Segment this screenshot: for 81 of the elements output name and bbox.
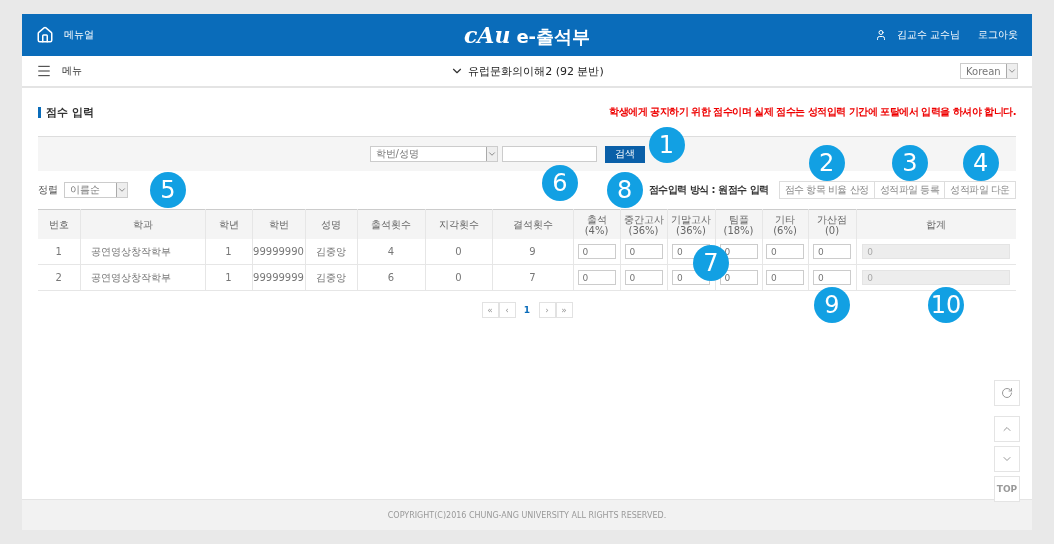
menu-icon[interactable] <box>36 63 52 79</box>
user-name: 김교수 교수님 <box>896 28 960 42</box>
column-header: 학년 <box>205 209 252 239</box>
table-cell: 7 <box>492 264 573 291</box>
table-cell: 1 <box>38 239 80 265</box>
step-number-tooltip: 9 <box>814 287 850 323</box>
table-cell: 1 <box>205 264 252 291</box>
caret-icon[interactable] <box>117 185 127 195</box>
step-number-tooltip: 8 <box>606 172 643 208</box>
copyright-text: COPYRIGHT(C)2016 CHUNG-ANG UNIVERSITY ALL RIGHTS RESERVED. <box>387 510 667 520</box>
table-cell: 1 <box>205 239 252 265</box>
first-page-button[interactable]: « <box>481 302 499 318</box>
table-cell: 99999990 <box>252 239 305 265</box>
top-button[interactable]: TOP <box>994 476 1020 502</box>
table-cell: 99999999 <box>252 264 305 291</box>
input-mode-text: 점수입력 방식 : 원점수 입력 <box>648 183 769 197</box>
column-header: 학번 <box>252 209 305 239</box>
notice-text: 학생에게 공지하기 위한 점수이며 실제 점수는 성적입력 기간에 포탈에서 입력을 하셔야 합니다. <box>609 105 1016 119</box>
column-header: 기말고사 (36%) <box>667 209 715 239</box>
table-cell: 9 <box>492 239 573 265</box>
column-header: 출석 (4%) <box>573 209 620 239</box>
table-cell: 김중앙 <box>305 239 357 265</box>
scroll-up-button[interactable] <box>994 416 1020 442</box>
score-field[interactable]: 0 <box>624 244 663 259</box>
menu-label[interactable]: 메뉴 <box>62 64 82 78</box>
caret-icon[interactable] <box>1007 66 1017 76</box>
table-cell: 0 <box>425 264 492 291</box>
score-field[interactable]: 0 <box>624 270 663 285</box>
score-field[interactable]: 0 <box>813 270 851 285</box>
total-field: 0 <box>862 244 1011 259</box>
table-cell: 김중앙 <box>305 264 357 291</box>
table-cell: 4 <box>357 239 425 265</box>
column-header: 가산점 (0) <box>808 209 856 239</box>
column-header: 지각횟수 <box>425 209 492 239</box>
refresh-icon <box>1001 387 1013 399</box>
score-field[interactable]: 0 <box>813 244 851 259</box>
column-header: 합계 <box>856 209 1016 239</box>
logout-link[interactable]: 로그아웃 <box>978 28 1018 42</box>
action-button[interactable]: 성적파일 등록 <box>873 181 946 199</box>
step-number-tooltip: 5 <box>150 172 186 208</box>
column-header: 출석횟수 <box>357 209 425 239</box>
sort-select[interactable]: 이름순 <box>64 182 128 198</box>
column-header: 중간고사 (36%) <box>620 209 667 239</box>
column-header: 기타 (6%) <box>762 209 808 239</box>
table-cell: 6 <box>357 264 425 291</box>
next-page-button[interactable]: › <box>538 302 556 318</box>
logo-text: e-출석부 <box>516 24 591 49</box>
page-title: 점수 입력 <box>38 106 94 118</box>
column-header: 팀플 (18%) <box>715 209 762 239</box>
search-type-select[interactable]: 학번/성명 <box>369 146 498 162</box>
sort-label: 정렬 <box>38 183 58 197</box>
search-button[interactable]: 검색 <box>604 145 645 163</box>
score-field[interactable]: 0 <box>719 270 758 285</box>
table-cell: 2 <box>38 264 80 291</box>
column-header: 번호 <box>38 209 80 239</box>
caret-icon[interactable] <box>486 149 497 159</box>
scroll-down-button[interactable] <box>994 446 1020 472</box>
score-field[interactable]: 0 <box>766 270 804 285</box>
course-title[interactable]: 유럽문화의이해2 (92 분반) <box>468 63 604 79</box>
score-field[interactable]: 0 <box>577 270 616 285</box>
logo-mark: cAu <box>463 21 511 48</box>
score-field[interactable]: 0 <box>577 244 616 259</box>
language-select[interactable]: Korean <box>960 63 1018 79</box>
column-header: 학과 <box>80 209 205 239</box>
action-button[interactable]: 점수 항목 비율 산정 <box>778 181 875 199</box>
user-icon <box>874 29 887 41</box>
refresh-button[interactable] <box>994 380 1020 406</box>
column-header: 성명 <box>305 209 357 239</box>
manual-link[interactable]: 메뉴얼 <box>64 28 94 42</box>
home-icon[interactable] <box>36 26 54 44</box>
search-field[interactable] <box>501 146 597 162</box>
score-field[interactable]: 0 <box>766 244 804 259</box>
column-header: 결석횟수 <box>492 209 573 239</box>
table-cell: 공연영상창작학부 <box>80 239 205 265</box>
table-cell: 공연영상창작학부 <box>80 264 205 291</box>
step-number-tooltip: 1 <box>648 127 685 163</box>
step-number-tooltip: 10 <box>928 287 964 323</box>
action-button[interactable]: 성적파일 다운 <box>944 181 1016 199</box>
step-number-tooltip: 6 <box>542 165 578 201</box>
total-field: 0 <box>862 270 1011 285</box>
table-cell: 0 <box>425 239 492 265</box>
